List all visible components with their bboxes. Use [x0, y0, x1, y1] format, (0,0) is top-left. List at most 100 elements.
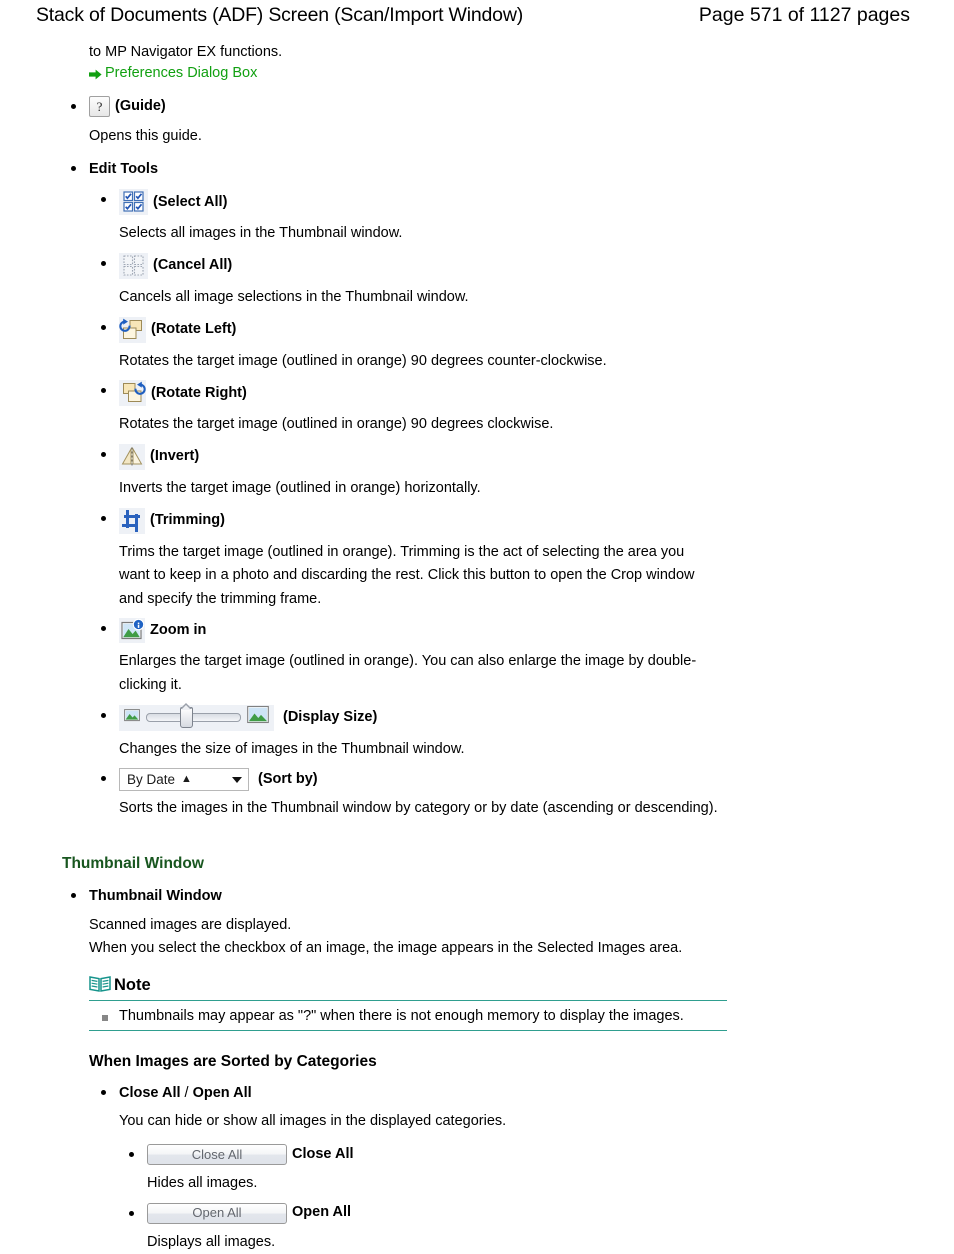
- list-item-select-all: (Select All) Selects all images in the T…: [101, 189, 954, 246]
- thumbnail-window-item-label: Thumbnail Window: [89, 887, 222, 904]
- display-size-description: Changes the size of images in the Thumbn…: [119, 740, 465, 757]
- thumbnail-window-list: Thumbnail Window Scanned images are disp…: [0, 885, 954, 961]
- list-item-trimming: (Trimming) Trims the target image (outli…: [101, 507, 954, 612]
- trimming-label: (Trimming): [150, 511, 225, 528]
- subsection-heading-categories: When Images are Sorted by Categories: [89, 1052, 377, 1070]
- list-item-invert: (Invert) Inverts the target image (outli…: [101, 443, 954, 501]
- guide-description: Opens this guide.: [89, 128, 202, 145]
- preferences-dialog-box-link[interactable]: Preferences Dialog Box: [89, 65, 257, 81]
- edit-tools-heading: Edit Tools: [89, 160, 159, 177]
- note-body: Thumbnails may appear as "?" when there …: [89, 1001, 727, 1030]
- cancel-all-icon[interactable]: [119, 253, 148, 279]
- thumbnail-window-description-line1: Scanned images are displayed.: [89, 916, 292, 933]
- display-size-label: (Display Size): [283, 708, 378, 725]
- rotate-left-row: (Rotate Left): [119, 316, 954, 343]
- slider-thumb[interactable]: [180, 703, 194, 729]
- section-heading-thumbnail-window: Thumbnail Window: [62, 854, 204, 872]
- bullet-dot: [101, 626, 106, 632]
- page-number: Page 571 of 1127 pages: [698, 4, 910, 26]
- invert-icon[interactable]: [119, 443, 145, 470]
- bullet-dot: [101, 1089, 106, 1095]
- note-list-item: Thumbnails may appear as "?" when there …: [102, 1007, 727, 1024]
- list-item-sort-by: By Date ▲ (Sort by) Sorts the images in …: [101, 768, 954, 821]
- edit-tools-list: Edit Tools: [0, 158, 954, 182]
- slider-track[interactable]: [146, 703, 241, 729]
- bullet-dot: [101, 712, 106, 718]
- list-item-rotate-left: (Rotate Left) Rotates the target image (…: [101, 316, 954, 374]
- select-all-description: Selects all images in the Thumbnail wind…: [119, 225, 403, 242]
- document-title: Stack of Documents (ADF) Screen (Scan/Im…: [36, 4, 524, 26]
- trimming-icon[interactable]: [119, 507, 145, 534]
- rotate-right-row: (Rotate Right): [119, 380, 954, 407]
- invert-description: Inverts the target image (outlined in or…: [119, 479, 481, 496]
- close-open-all-description: You can hide or show all images in the d…: [119, 1113, 507, 1130]
- list-item-thumbnail-window: Thumbnail Window Scanned images are disp…: [71, 885, 954, 961]
- guide-list: ? (Guide) Opens this guide.: [0, 96, 954, 149]
- bullet-dot: [101, 451, 106, 457]
- note-title: Note: [89, 974, 727, 1000]
- bullet-dot: [129, 1210, 134, 1216]
- intro-block: to MP Navigator EX functions. Preference…: [89, 41, 954, 83]
- label-separator: /: [180, 1084, 193, 1101]
- bullet-dot: [71, 892, 76, 898]
- trimming-description: Trims the target image (outlined in oran…: [119, 543, 695, 607]
- sort-by-combobox[interactable]: By Date ▲: [119, 768, 249, 792]
- list-item-edit-tools: Edit Tools: [71, 158, 954, 182]
- list-item-open-all-button: Open All Open All Displays all images.: [129, 1202, 954, 1254]
- categories-buttons-list: Close All Close All Hides all images. Op…: [0, 1144, 954, 1254]
- rotate-left-description: Rotates the target image (outlined in or…: [119, 352, 607, 369]
- note-title-label: Note: [114, 976, 151, 995]
- select-all-row: (Select All): [119, 189, 954, 216]
- chevron-down-icon[interactable]: [232, 776, 242, 783]
- bullet-dot: [71, 165, 76, 171]
- zoom-in-icon[interactable]: [119, 618, 145, 644]
- rotate-left-label: (Rotate Left): [151, 320, 237, 337]
- bullet-square: [102, 1014, 108, 1021]
- note-item-list: Thumbnails may appear as "?" when there …: [89, 1008, 727, 1024]
- zoom-in-row: Zoom in: [119, 618, 954, 644]
- bullet-dot: [101, 261, 106, 266]
- open-all-row: Open All Open All: [147, 1202, 954, 1224]
- open-all-description: Displays all images.: [147, 1233, 276, 1250]
- cancel-all-description: Cancels all image selections in the Thum…: [119, 289, 469, 305]
- select-all-label: (Select All): [153, 193, 228, 210]
- green-arrow-icon: [89, 68, 102, 80]
- zoom-in-description: Enlarges the target image (outlined in o…: [119, 653, 697, 693]
- close-all-button[interactable]: Close All: [147, 1144, 287, 1165]
- rotate-left-icon[interactable]: [119, 316, 146, 343]
- close-open-all-label: Close All / Open All: [119, 1082, 954, 1106]
- categories-list: Close All / Open All You can hide or sho…: [0, 1082, 954, 1134]
- open-all-button[interactable]: Open All: [147, 1202, 287, 1224]
- close-all-description: Hides all images.: [147, 1175, 258, 1191]
- list-item-rotate-right: (Rotate Right) Rotates the target image …: [101, 380, 954, 437]
- list-item-zoom-in: Zoom in Enlarges the target image (outli…: [101, 618, 954, 697]
- note-item-text: Thumbnails may appear as "?" when there …: [119, 1007, 684, 1024]
- bullet-dot: [71, 104, 76, 110]
- invert-row: (Invert): [119, 443, 954, 470]
- list-item-display-size: (Display Size) Changes the size of image…: [101, 703, 954, 762]
- list-item-cancel-all: (Cancel All) Cancels all image selection…: [101, 253, 954, 310]
- open-all-label: Open All: [292, 1204, 352, 1221]
- select-all-icon[interactable]: [119, 189, 148, 216]
- bullet-dot: [101, 776, 106, 782]
- preferences-dialog-box-link-label: Preferences Dialog Box: [105, 64, 258, 81]
- edit-tools-sublist: (Select All) Selects all images in the T…: [0, 189, 954, 821]
- rotate-right-description: Rotates the target image (outlined in or…: [119, 416, 554, 433]
- bullet-dot: [101, 388, 106, 394]
- page-header: Stack of Documents (ADF) Screen (Scan/Im…: [0, 0, 954, 34]
- display-size-row: (Display Size): [119, 703, 954, 731]
- sort-by-description: Sorts the images in the Thumbnail window…: [119, 800, 718, 817]
- rotate-right-icon[interactable]: [119, 380, 146, 407]
- bullet-dot: [101, 324, 106, 330]
- invert-label: (Invert): [150, 448, 200, 465]
- display-size-slider[interactable]: [119, 703, 274, 731]
- close-all-bold-label: Close All: [119, 1084, 181, 1101]
- bullet-dot: [101, 515, 106, 521]
- sort-by-value: By Date: [127, 771, 176, 787]
- question-mark-icon[interactable]: ?: [89, 96, 110, 118]
- ascending-arrow-icon: ▲: [181, 773, 192, 786]
- close-all-row: Close All Close All: [147, 1144, 954, 1165]
- close-all-label: Close All: [292, 1145, 354, 1162]
- sort-by-label: (Sort by): [258, 771, 318, 788]
- rotate-right-label: (Rotate Right): [151, 384, 247, 401]
